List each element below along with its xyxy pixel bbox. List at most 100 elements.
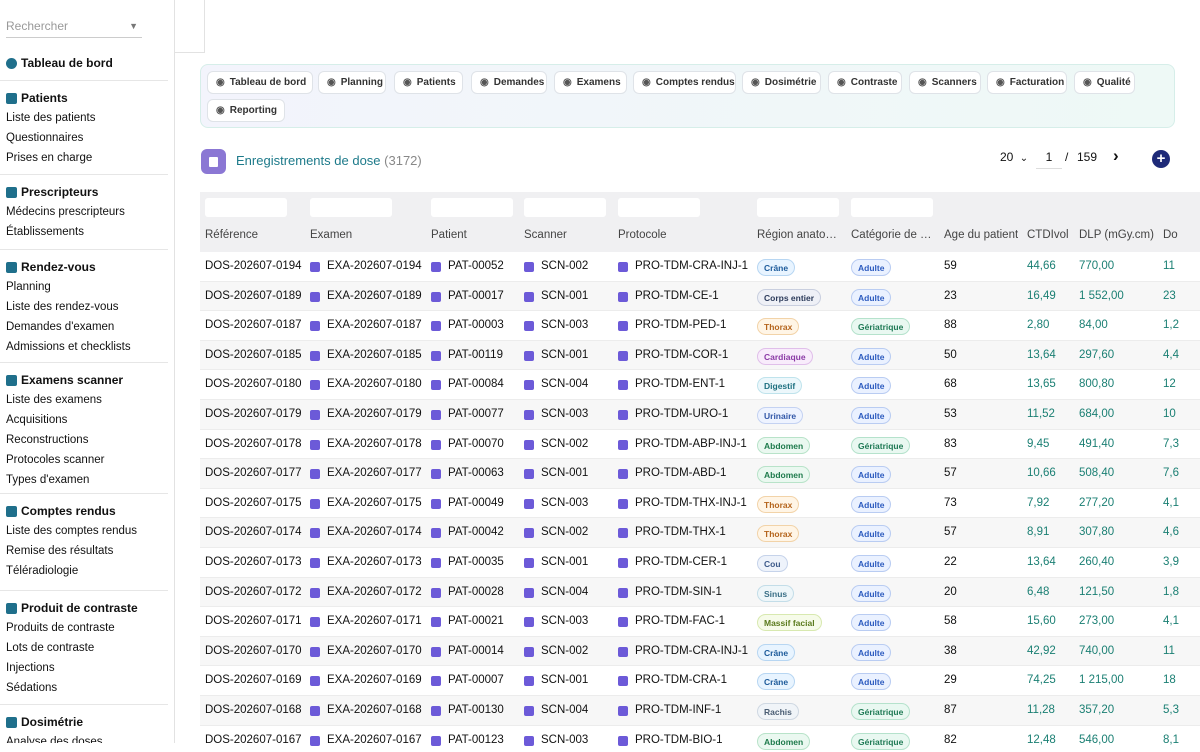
table-link[interactable]: PRO-TDM-ENT-1 [618, 378, 725, 391]
sidebar-item[interactable]: Protocoles scanner [0, 450, 168, 470]
table-link[interactable]: EXA-202607-0175 [310, 497, 422, 509]
table-row[interactable]: DOS-202607-0171 EXA-202607-0171 PAT-00021 S… [200, 607, 1200, 637]
table-link[interactable]: EXA-202607-0170 [310, 645, 422, 657]
table-row[interactable]: DOS-202607-0187 EXA-202607-0187 PAT-00003 S… [200, 311, 1200, 341]
sidebar-section-header[interactable]: Dosimétrie [0, 712, 168, 732]
table-row[interactable]: DOS-202607-0172 EXA-202607-0172 PAT-00028 S… [200, 577, 1200, 608]
table-link[interactable]: EXA-202607-0189 [310, 290, 422, 302]
sidebar-item[interactable]: Sédations [0, 678, 168, 698]
column-header[interactable]: Examen [310, 229, 352, 241]
column-header[interactable]: Âge du patient [944, 229, 1018, 241]
table-link[interactable]: SCN-002 [524, 526, 588, 539]
nav-pill[interactable]: ◉ Planning [318, 71, 386, 94]
table-link[interactable]: PAT-00063 [431, 467, 504, 480]
column-filter-input[interactable] [205, 198, 287, 217]
sidebar-item[interactable]: Injections [0, 658, 168, 678]
next-page-icon[interactable]: › [1113, 146, 1119, 166]
table-link[interactable]: SCN-001 [524, 349, 588, 361]
nav-pill[interactable]: ◉ Comptes rendus [633, 71, 736, 94]
table-link[interactable]: PAT-00042 [431, 526, 504, 539]
sidebar-item[interactable]: Liste des comptes rendus [0, 521, 168, 541]
nav-pill[interactable]: ◉ Facturation [987, 71, 1067, 94]
table-row[interactable]: DOS-202607-0170 EXA-202607-0170 PAT-00014 S… [200, 636, 1200, 667]
table-link[interactable]: EXA-202607-0194 [310, 260, 422, 272]
table-row[interactable]: DOS-202607-0185 EXA-202607-0185 PAT-00119 S… [200, 340, 1200, 371]
table-link[interactable]: PAT-00130 [431, 704, 504, 716]
table-link[interactable]: PAT-00123 [431, 734, 504, 746]
table-link[interactable]: SCN-003 [524, 408, 588, 420]
column-header[interactable]: CTDIvol [1027, 229, 1069, 241]
table-link[interactable]: PAT-00021 [431, 615, 504, 628]
table-link[interactable]: SCN-001 [524, 556, 588, 568]
page-input[interactable]: 1 [1036, 150, 1062, 169]
table-link[interactable]: PAT-00052 [431, 260, 504, 272]
sidebar-item[interactable]: Prises en charge [0, 148, 168, 168]
table-link[interactable]: PRO-TDM-THX-INJ-1 [618, 497, 747, 509]
nav-pill[interactable]: ◉ Patients [394, 71, 463, 94]
table-link[interactable]: EXA-202607-0185 [310, 349, 422, 361]
column-header[interactable]: Catégorie de … [851, 229, 932, 241]
column-filter-input[interactable] [618, 198, 700, 217]
sidebar-item[interactable]: Établissements [0, 222, 168, 242]
sidebar-dashboard[interactable]: Tableau de bord [0, 53, 168, 81]
table-row[interactable]: DOS-202607-0177 EXA-202607-0177 PAT-00063 S… [200, 459, 1200, 489]
table-link[interactable]: SCN-004 [524, 586, 588, 598]
table-link[interactable]: SCN-004 [524, 378, 588, 391]
column-header[interactable]: Référence [205, 229, 258, 241]
table-row[interactable]: DOS-202607-0173 EXA-202607-0173 PAT-00035 S… [200, 548, 1200, 578]
table-link[interactable]: PRO-TDM-THX-1 [618, 526, 726, 539]
column-filter-input[interactable] [524, 198, 606, 217]
sidebar-item[interactable]: Analyse des doses [0, 732, 168, 743]
search-select[interactable]: Rechercher ▼ [6, 14, 142, 38]
table-link[interactable]: PRO-TDM-URO-1 [618, 408, 728, 420]
sidebar-item[interactable]: Téléradiologie [0, 561, 168, 581]
table-link[interactable]: PRO-TDM-CE-1 [618, 290, 719, 302]
sidebar-item[interactable]: Types d'examen [0, 470, 168, 490]
table-link[interactable]: SCN-001 [524, 674, 588, 687]
column-filter-input[interactable] [851, 198, 933, 217]
table-link[interactable]: PRO-TDM-COR-1 [618, 349, 728, 361]
sidebar-item[interactable]: Lots de contraste [0, 638, 168, 658]
table-link[interactable]: PRO-TDM-CER-1 [618, 556, 727, 568]
column-header[interactable]: Patient [431, 229, 467, 241]
sidebar-section-header[interactable]: Comptes rendus [0, 501, 168, 521]
table-link[interactable]: PRO-TDM-BIO-1 [618, 734, 723, 746]
table-link[interactable]: SCN-003 [524, 497, 588, 509]
sidebar-item[interactable]: Admissions et checklists [0, 337, 168, 357]
table-link[interactable]: SCN-003 [524, 734, 588, 746]
add-button[interactable]: + [1152, 150, 1170, 168]
nav-pill[interactable]: ◉ Examens [554, 71, 627, 94]
table-link[interactable]: PRO-TDM-SIN-1 [618, 586, 722, 598]
table-link[interactable]: PRO-TDM-INF-1 [618, 704, 721, 716]
sidebar-item[interactable]: Demandes d'examen [0, 317, 168, 337]
column-header[interactable]: Scanner [524, 229, 567, 241]
table-link[interactable]: EXA-202607-0172 [310, 586, 422, 598]
column-header[interactable]: Do [1163, 229, 1178, 241]
table-link[interactable]: SCN-001 [524, 290, 588, 302]
nav-pill[interactable]: ◉ Dosimétrie [742, 71, 821, 94]
table-link[interactable]: PRO-TDM-ABD-1 [618, 467, 726, 480]
sidebar-item[interactable]: Liste des patients [0, 108, 168, 128]
table-link[interactable]: EXA-202607-0169 [310, 674, 422, 687]
table-row[interactable]: DOS-202607-0178 EXA-202607-0178 PAT-00070 S… [200, 430, 1200, 460]
table-link[interactable]: SCN-002 [524, 645, 588, 657]
table-link[interactable]: PAT-00077 [431, 408, 504, 420]
table-link[interactable]: SCN-003 [524, 319, 588, 332]
nav-pill[interactable]: ◉ Tableau de bord [207, 71, 313, 94]
table-link[interactable]: EXA-202607-0179 [310, 408, 422, 420]
table-link[interactable]: PAT-00070 [431, 438, 504, 450]
sidebar-section-header[interactable]: Rendez-vous [0, 257, 168, 277]
sidebar-item[interactable]: Planning [0, 277, 168, 297]
sidebar-section-header[interactable]: Prescripteurs [0, 182, 168, 202]
table-link[interactable]: SCN-003 [524, 615, 588, 628]
column-filter-input[interactable] [431, 198, 513, 217]
table-row[interactable]: DOS-202607-0167 EXA-202607-0167 PAT-00123 S… [200, 726, 1200, 752]
table-link[interactable]: PAT-00017 [431, 290, 504, 302]
table-link[interactable]: EXA-202607-0168 [310, 704, 422, 716]
table-link[interactable]: EXA-202607-0180 [310, 378, 422, 391]
table-link[interactable]: SCN-002 [524, 438, 588, 450]
chevron-down-icon[interactable]: ▼ [129, 14, 138, 38]
table-link[interactable]: PAT-00084 [431, 378, 504, 391]
table-link[interactable]: PRO-TDM-CRA-INJ-1 [618, 645, 748, 657]
sidebar-item[interactable]: Remise des résultats [0, 541, 168, 561]
